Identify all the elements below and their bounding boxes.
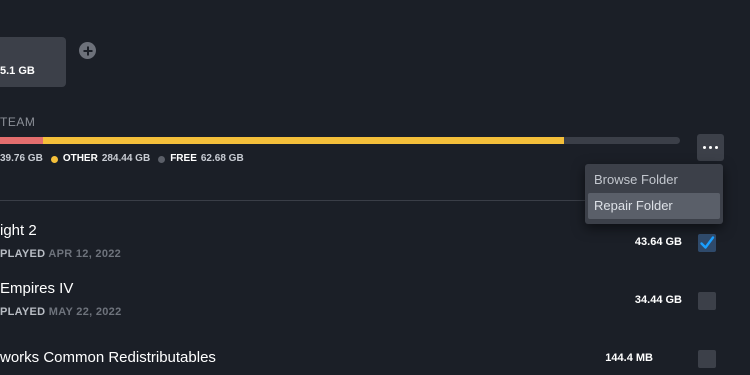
drive-card[interactable] <box>0 37 66 87</box>
menu-item-repair-folder[interactable]: Repair Folder <box>588 193 720 219</box>
storage-folder-label: TEAM <box>0 115 36 129</box>
folder-context-menu: Browse Folder Repair Folder <box>585 164 723 224</box>
last-played: PLAYED APR 12, 2022 <box>0 248 121 261</box>
ellipsis-icon-dot <box>709 146 712 149</box>
legend-steam-value: 39.76 GB <box>0 153 43 164</box>
usage-segment-other <box>42 137 565 144</box>
legend-free-value: 62.68 GB <box>200 153 244 164</box>
game-size: 43.64 GB <box>634 236 682 248</box>
legend-other-dot <box>50 155 58 163</box>
last-played-label: PLAYED <box>0 306 46 318</box>
more-options-button[interactable] <box>697 134 724 161</box>
game-size: 144.4 MB <box>605 352 653 364</box>
legend-free-label: FREE <box>170 153 197 164</box>
ellipsis-icon-dot <box>715 146 718 149</box>
usage-segment-steam <box>0 137 43 144</box>
last-played-date: APR 12, 2022 <box>48 248 122 260</box>
game-checkbox[interactable] <box>698 350 716 368</box>
game-title[interactable]: ight 2 <box>0 222 37 240</box>
last-played-date: MAY 22, 2022 <box>48 306 122 318</box>
add-drive-icon[interactable] <box>79 42 96 59</box>
last-played-label: PLAYED <box>0 248 46 260</box>
legend-free-dot <box>158 155 166 163</box>
ellipsis-icon-dot <box>703 146 706 149</box>
divider <box>0 200 682 201</box>
game-checkbox[interactable] <box>698 292 716 310</box>
game-title[interactable]: Empires IV <box>0 280 73 298</box>
checkmark-icon <box>700 236 715 249</box>
last-played: PLAYED MAY 22, 2022 <box>0 306 122 319</box>
usage-legend: 39.76 GB OTHER 284.44 GB FREE 62.68 GB <box>0 153 252 165</box>
menu-item-browse-folder[interactable]: Browse Folder <box>588 167 720 193</box>
drive-size-label: 5.1 GB <box>0 65 35 77</box>
legend-other-value: 284.44 GB <box>101 153 151 164</box>
game-size: 34.44 GB <box>634 294 682 306</box>
legend-other-label: OTHER <box>62 153 98 164</box>
storage-usage-bar <box>0 137 680 144</box>
game-title[interactable]: works Common Redistributables <box>0 349 216 367</box>
game-checkbox[interactable] <box>698 234 716 252</box>
